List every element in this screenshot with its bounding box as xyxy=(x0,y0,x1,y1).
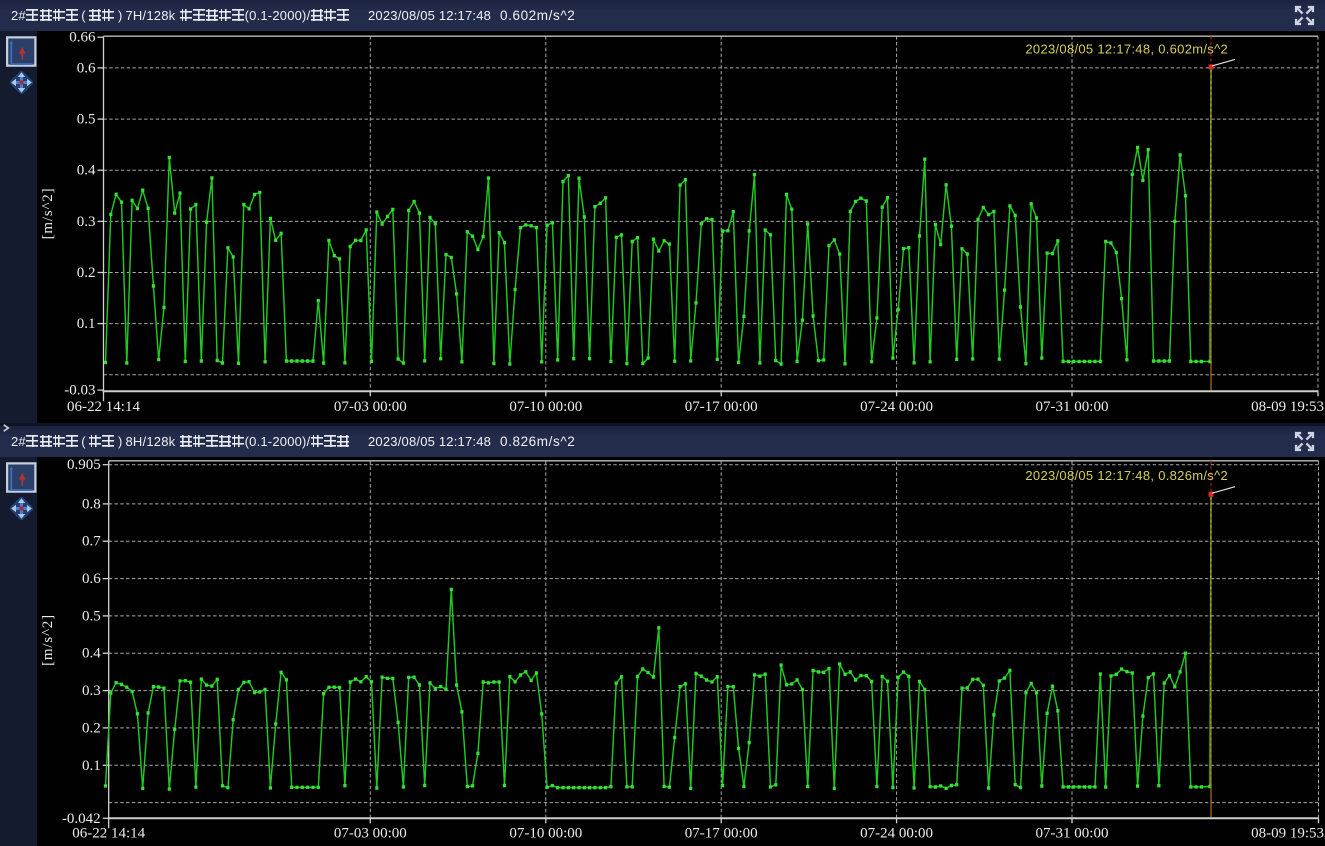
svg-text:[m/s^2]: [m/s^2] xyxy=(40,614,56,666)
svg-text:08-09 19:53: 08-09 19:53 xyxy=(1251,826,1324,842)
svg-text:0.2: 0.2 xyxy=(82,720,101,736)
svg-text:0.6: 0.6 xyxy=(82,571,101,587)
svg-text:-0.042: -0.042 xyxy=(62,811,101,827)
svg-text:[m/s^2]: [m/s^2] xyxy=(40,188,56,240)
svg-text:0.6: 0.6 xyxy=(77,60,96,76)
svg-text:07-03 00:00: 07-03 00:00 xyxy=(334,826,407,842)
svg-text:07-17 00:00: 07-17 00:00 xyxy=(685,826,758,842)
svg-text:0.5: 0.5 xyxy=(82,608,101,624)
svg-text:0.3: 0.3 xyxy=(82,683,101,699)
svg-text:07-24 00:00: 07-24 00:00 xyxy=(860,399,933,415)
svg-text:0.7: 0.7 xyxy=(82,534,101,550)
svg-text:0.1: 0.1 xyxy=(77,316,96,332)
svg-text:0.4: 0.4 xyxy=(82,646,101,662)
svg-text:0.2: 0.2 xyxy=(77,265,96,281)
svg-text:2023/08/05 12:17:48, 0.826m/s^: 2023/08/05 12:17:48, 0.826m/s^2 xyxy=(1025,468,1228,483)
svg-text:07-31 00:00: 07-31 00:00 xyxy=(1036,826,1109,842)
svg-text:0.905: 0.905 xyxy=(67,457,101,473)
svg-text:0.5: 0.5 xyxy=(77,112,96,128)
svg-text:07-31 00:00: 07-31 00:00 xyxy=(1036,399,1109,415)
svg-text:0.1: 0.1 xyxy=(82,758,101,774)
svg-text:0.4: 0.4 xyxy=(77,163,96,179)
svg-text:07-24 00:00: 07-24 00:00 xyxy=(860,826,933,842)
svg-text:07-10 00:00: 07-10 00:00 xyxy=(509,826,582,842)
svg-text:2023/08/05 12:17:48, 0.602m/s^: 2023/08/05 12:17:48, 0.602m/s^2 xyxy=(1025,42,1228,57)
svg-text:0.66: 0.66 xyxy=(69,31,96,46)
svg-text:08-09 19:53: 08-09 19:53 xyxy=(1251,399,1324,415)
svg-text:0.3: 0.3 xyxy=(77,214,96,230)
svg-text:07-17 00:00: 07-17 00:00 xyxy=(685,399,758,415)
svg-text:07-10 00:00: 07-10 00:00 xyxy=(509,399,582,415)
svg-text:-0.03: -0.03 xyxy=(64,383,95,399)
svg-text:06-22 14:14: 06-22 14:14 xyxy=(72,826,145,842)
svg-text:07-03 00:00: 07-03 00:00 xyxy=(334,399,407,415)
svg-text:0.8: 0.8 xyxy=(82,496,101,512)
svg-text:06-22 14:14: 06-22 14:14 xyxy=(67,399,140,415)
